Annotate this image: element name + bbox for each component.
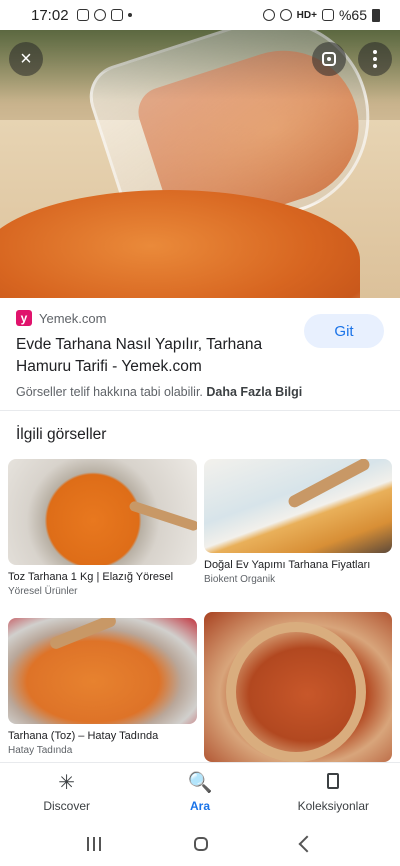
home-button[interactable]: [193, 837, 208, 851]
recents-button[interactable]: [86, 837, 101, 851]
network-type: HD+: [296, 9, 317, 21]
status-left: 17:02: [31, 7, 132, 24]
related-thumbnail[interactable]: [204, 459, 392, 553]
battery-percent: %65: [338, 7, 367, 23]
nav-search-label: Ara: [189, 799, 210, 813]
page-title[interactable]: Evde Tarhana Nasıl Yapılır, Tarhana Hamu…: [16, 334, 286, 378]
source-row[interactable]: y Yemek.com: [16, 310, 106, 326]
signal-icon: [321, 9, 334, 21]
visit-button[interactable]: Git: [304, 314, 384, 348]
related-title: Toz Tarhana 1 Kg | Elazığ Yöresel: [8, 571, 174, 583]
nav-discover[interactable]: ✳ Discover: [0, 763, 133, 823]
more-vert-icon: [373, 50, 377, 68]
instagram-icon: [110, 9, 123, 21]
related-source: Yöresel Ürünler: [8, 586, 78, 597]
hero-image[interactable]: ×: [0, 30, 400, 298]
close-icon: ×: [20, 47, 32, 70]
site-logo: y: [16, 310, 32, 326]
related-source: Hatay Tadında: [8, 745, 73, 756]
related-title: Tarhana (Toz) – Hatay Tadında: [8, 730, 159, 742]
search-icon: 🔍: [187, 772, 213, 794]
related-card[interactable]: [204, 612, 392, 762]
notification-dot-icon: [127, 13, 132, 17]
nav-collections-label: Koleksiyonlar: [297, 799, 369, 813]
battery-icon: [372, 8, 380, 22]
site-name: Yemek.com: [39, 310, 107, 326]
spoon-shape: [226, 622, 366, 762]
google-lens-icon: [322, 52, 336, 66]
status-right: HD+ %65: [262, 7, 380, 23]
system-navigation-bar: [0, 822, 400, 866]
discover-icon: ✳: [58, 772, 76, 794]
copyright-notice: Görseller telif hakkına tabi olabilir. D…: [16, 385, 302, 399]
status-bar: 17:02 HD+ %65: [0, 0, 400, 30]
status-time: 17:02: [31, 6, 69, 24]
close-button[interactable]: ×: [9, 42, 43, 76]
alarm-icon: [262, 9, 275, 21]
divider: [0, 410, 400, 411]
related-title: Doğal Ev Yapımı Tarhana Fiyatları: [204, 559, 371, 571]
wifi-icon: [279, 9, 292, 21]
related-thumbnail[interactable]: [8, 618, 197, 724]
more-options-button[interactable]: [358, 42, 392, 76]
back-button[interactable]: [298, 835, 316, 853]
nav-collections[interactable]: Koleksiyonlar: [267, 763, 400, 823]
spoon-shape: [128, 500, 197, 532]
related-card[interactable]: Tarhana (Toz) – Hatay Tadında Hatay Tadı…: [8, 618, 197, 756]
related-source: Biokent Organik: [204, 574, 276, 585]
instagram-icon: [76, 9, 89, 21]
spoon-shape: [286, 459, 372, 510]
related-heading: İlgili görseller: [16, 426, 107, 443]
bookmark-icon: [327, 773, 340, 795]
related-card[interactable]: Doğal Ev Yapımı Tarhana Fiyatları Bioken…: [204, 459, 392, 585]
related-thumbnail[interactable]: [8, 459, 197, 565]
lens-button[interactable]: [312, 42, 346, 76]
facebook-icon: [93, 9, 106, 21]
spoon-shape: [48, 618, 118, 651]
nav-discover-label: Discover: [43, 799, 90, 813]
related-thumbnail[interactable]: [204, 612, 392, 762]
copyright-text: Görseller telif hakkına tabi olabilir.: [16, 385, 203, 399]
more-info-link[interactable]: Daha Fazla Bilgi: [206, 385, 302, 399]
nav-search[interactable]: 🔍 Ara: [133, 763, 266, 823]
related-card[interactable]: Toz Tarhana 1 Kg | Elazığ Yöresel Yörese…: [8, 459, 197, 597]
bottom-navigation: ✳ Discover 🔍 Ara Koleksiyonlar: [0, 762, 400, 823]
